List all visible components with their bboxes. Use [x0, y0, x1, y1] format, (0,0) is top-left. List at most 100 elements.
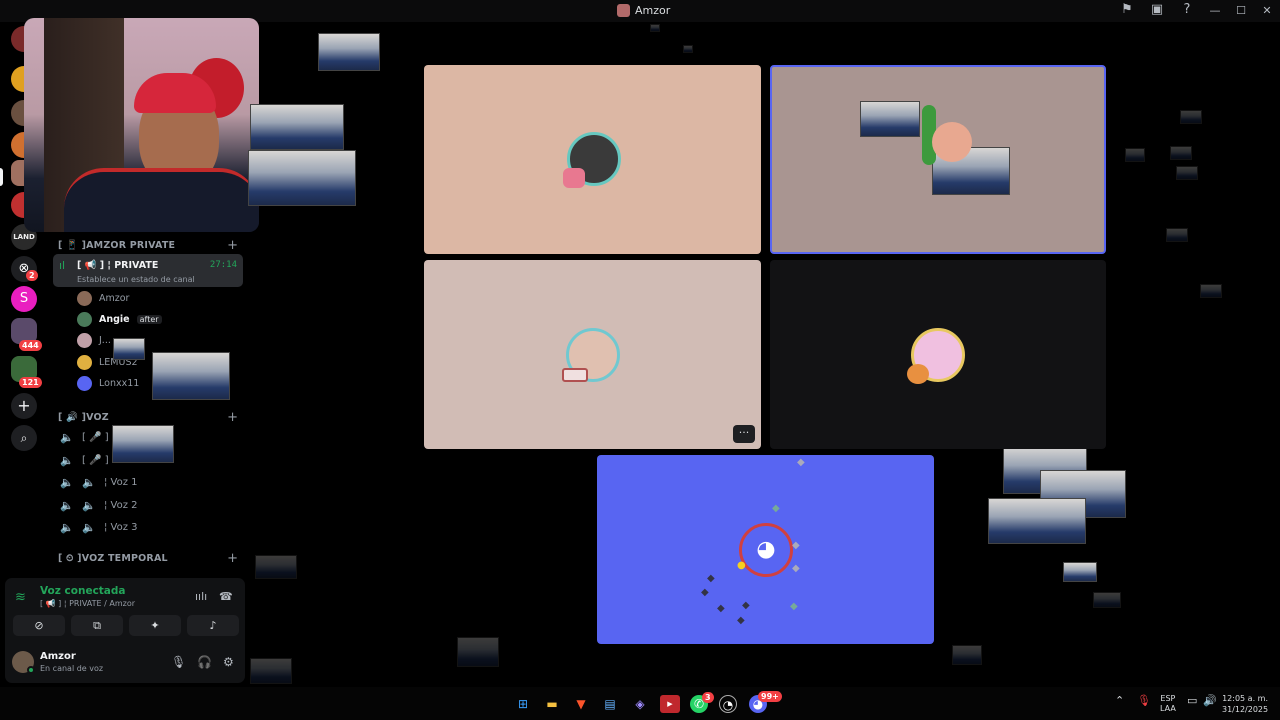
explore-servers-button[interactable]: ⌕ [11, 425, 37, 451]
brave-browser-icon[interactable]: ▼ [572, 695, 590, 713]
network-icon[interactable]: ▭ [1187, 694, 1197, 707]
floating-thumbnail [152, 352, 230, 400]
avatar [77, 375, 92, 391]
active-voice-channel[interactable]: ıl [ 📢 ] ¦ PRIVATE 27:14 Establece un es… [53, 254, 243, 287]
voice-channel[interactable]: 🔈 🔈 ¦ Voz 3 [60, 518, 138, 536]
microphone-icon[interactable]: 🎙 [171, 655, 186, 669]
voice-channel[interactable]: 🔈 🔈 ¦ Voz 1 [60, 473, 138, 491]
minimize-button[interactable]: — [1202, 0, 1228, 22]
avatar [77, 311, 92, 327]
server-s[interactable]: S [11, 286, 37, 312]
create-channel-icon[interactable]: + [227, 238, 238, 253]
voice-member[interactable]: J... [77, 331, 111, 349]
tray-overflow-icon[interactable]: ⌃ [1115, 694, 1124, 707]
speaker-icon: 🔈 [82, 498, 96, 512]
avatar [77, 332, 92, 348]
language-code: ESP [1160, 694, 1176, 703]
speaker-icon: 🔈 [60, 520, 74, 534]
voice-member[interactable]: Lonxx11 [77, 374, 139, 392]
channel-name: ¦ Voz 1 [104, 476, 138, 488]
language-indicator[interactable]: ESP LAA [1160, 694, 1176, 714]
voice-connected-panel: ≋ Voz conectada [ 📢 ] ¦ PRIVATE / Amzor … [5, 578, 245, 683]
start-icon[interactable]: ⊞ [514, 695, 532, 713]
channel-status[interactable]: Establece un estado de canal [77, 275, 195, 284]
voice-member[interactable]: Amzor [77, 289, 129, 307]
store-icon[interactable]: ▤ [601, 695, 619, 713]
avatar-decoration-icon [562, 368, 588, 382]
clock-time: 12:05 a. m. [1222, 694, 1268, 703]
floating-thumbnail [248, 150, 356, 206]
share-screen-button[interactable]: ⧉ [71, 615, 123, 636]
user-name[interactable]: Amzor [40, 651, 76, 662]
microphone-in-use-icon[interactable]: 🎙 [1137, 694, 1151, 707]
speaker-icon: 🔈 [60, 475, 74, 489]
duck-icon: ◆ [790, 601, 798, 612]
duck-icon: ● [737, 560, 746, 571]
duck-icon: ◆ [792, 563, 800, 574]
category-temporal[interactable]: [ ⏲ ]VOZ TEMPORAL [58, 553, 168, 564]
participant-tile[interactable] [424, 65, 761, 254]
noise-suppression-icon[interactable]: ıılı [195, 590, 207, 603]
create-channel-icon[interactable]: + [227, 410, 238, 425]
signal-icon[interactable]: ≋ [15, 590, 26, 605]
duck-icon: ◆ [737, 615, 745, 626]
speaker-icon: 🔈 [82, 520, 96, 534]
volume-icon[interactable]: 🔊 [1203, 694, 1217, 707]
settings-gear-icon[interactable]: ⚙ [223, 655, 234, 669]
voice-member[interactable]: Angie after [77, 310, 162, 328]
server-badge: 121 [19, 377, 42, 388]
disconnect-icon[interactable]: ☎ [219, 590, 233, 603]
floating-thumbnail [112, 425, 174, 463]
voice-activity-icon: ıl [59, 259, 66, 272]
server-badge: 444 [19, 340, 42, 351]
sticker-image [860, 101, 920, 137]
channel-name: ¦ Voz 2 [104, 499, 138, 511]
participant-tile[interactable]: ◕ ● ◆ ◆ ◆ ◆ ◆ ◆ ◆ ◆ ◆ ◆ [597, 455, 934, 644]
screen-icon[interactable]: ▣ [1150, 3, 1164, 17]
more-options-button[interactable]: ··· [733, 425, 755, 443]
member-name: Amzor [99, 292, 130, 304]
avatar-decoration-icon [563, 168, 585, 188]
maximize-button[interactable]: ☐ [1228, 0, 1254, 22]
game-icon[interactable]: ◈ [631, 695, 649, 713]
category-voz[interactable]: [ 🔊 ]VOZ [58, 412, 109, 423]
floating-thumbnail [1125, 148, 1145, 162]
system-clock[interactable]: 12:05 a. m. 31/12/2025 [1222, 693, 1268, 715]
discord-logo-icon: ◕ [739, 523, 793, 577]
compass-icon: ⌕ [20, 431, 28, 445]
add-server-button[interactable]: + [11, 393, 37, 419]
add-server-icon: + [17, 396, 31, 415]
activities-button[interactable]: ✦ [129, 615, 181, 636]
user-status: En canal de voz [40, 664, 104, 673]
floating-thumbnail [250, 104, 344, 150]
participant-tile-speaking[interactable] [770, 65, 1106, 254]
floating-thumbnail [1166, 228, 1188, 242]
server-s-label: S [19, 291, 29, 306]
camera-off-button[interactable]: ⊘ [13, 615, 65, 636]
create-channel-icon[interactable]: + [227, 551, 238, 566]
file-explorer-icon[interactable]: ▬ [543, 695, 561, 713]
channel-name: ¦ Voz 3 [104, 521, 138, 533]
whatsapp-badge: 3 [702, 692, 714, 703]
app-icon[interactable]: ▶ [660, 695, 680, 713]
floating-thumbnail [650, 24, 660, 32]
headphones-icon[interactable]: 🎧 [197, 655, 212, 669]
webcam-overlay [24, 18, 259, 232]
soundboard-button[interactable]: ♪ [187, 615, 239, 636]
voice-status-channel[interactable]: [ 📢 ] ¦ PRIVATE / Amzor [40, 599, 135, 608]
speaker-icon: 🔈 [82, 475, 96, 489]
window-title: Amzor [635, 4, 671, 17]
voice-status-title: Voz conectada [40, 585, 126, 597]
discord-badge: 99+ [758, 691, 782, 702]
voice-action-buttons: ⊘ ⧉ ✦ ♪ [13, 615, 239, 636]
voice-channel[interactable]: 🔈 🔈 ¦ Voz 2 [60, 496, 138, 514]
category-private[interactable]: [ 📱 ]AMZOR PRIVATE [58, 240, 175, 251]
close-button[interactable]: ✕ [1254, 0, 1280, 22]
participant-tile[interactable]: ··· [424, 260, 761, 449]
floating-thumbnail [250, 658, 292, 684]
app-icon[interactable]: ◔ [719, 695, 737, 713]
participant-tile[interactable] [770, 260, 1106, 449]
speaker-icon: 🔈 [60, 498, 74, 512]
help-icon[interactable]: ? [1180, 3, 1194, 17]
inbox-icon[interactable]: ⚑ [1120, 3, 1134, 17]
